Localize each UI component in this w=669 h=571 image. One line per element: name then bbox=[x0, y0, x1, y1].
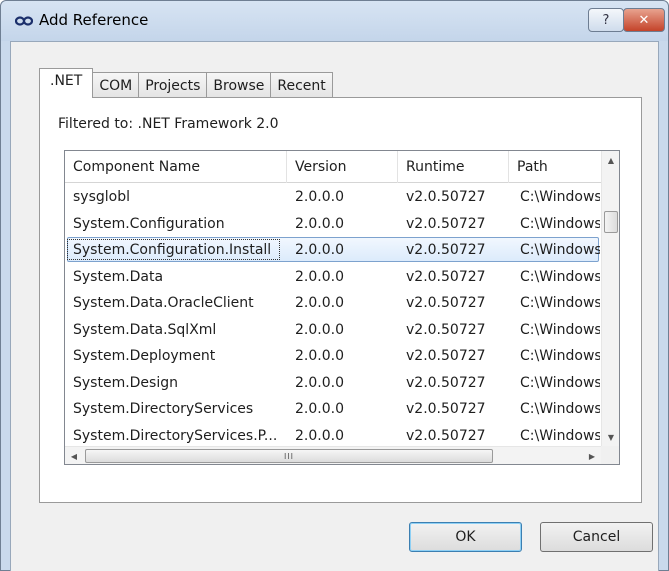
horizontal-scrollbar[interactable]: ◀ III ▶ bbox=[65, 446, 601, 464]
ok-button[interactable]: OK bbox=[409, 522, 522, 552]
component-version: 2.0.0.0 bbox=[295, 348, 344, 364]
table-row[interactable]: System.Data.SqlXml 2.0.0.0 v2.0.50727 C:… bbox=[65, 317, 601, 344]
tab-strip: .NET COM Projects Browse Recent bbox=[39, 68, 333, 98]
column-header-path[interactable]: Path bbox=[509, 151, 601, 183]
component-list[interactable]: Component Name Version Runtime Path sysg… bbox=[64, 150, 620, 465]
component-runtime: v2.0.50727 bbox=[406, 427, 486, 444]
component-runtime: v2.0.50727 bbox=[406, 321, 486, 338]
tab-projects[interactable]: Projects bbox=[138, 72, 208, 98]
component-path: C:\Windows\ bbox=[520, 268, 600, 285]
grip-icon: III bbox=[283, 451, 295, 461]
table-row[interactable]: System.Design 2.0.0.0 v2.0.50727 C:\Wind… bbox=[65, 370, 601, 397]
component-runtime: v2.0.50727 bbox=[406, 401, 486, 417]
cancel-button[interactable]: Cancel bbox=[540, 522, 653, 552]
component-path: C:\Windows\ bbox=[520, 242, 600, 258]
tab-com[interactable]: COM bbox=[92, 72, 140, 98]
component-version: 2.0.0.0 bbox=[295, 295, 344, 311]
scroll-down-arrow-icon[interactable]: ▼ bbox=[602, 428, 619, 446]
component-name: System.Data.OracleClient bbox=[73, 295, 254, 311]
reference-link-icon bbox=[15, 16, 33, 26]
component-version: 2.0.0.0 bbox=[295, 427, 344, 444]
scroll-right-arrow-icon[interactable]: ▶ bbox=[583, 447, 601, 464]
tab-recent[interactable]: Recent bbox=[270, 72, 333, 98]
component-path: C:\Windows\ bbox=[520, 374, 600, 391]
vertical-scroll-thumb[interactable] bbox=[604, 211, 618, 233]
table-row[interactable]: sysglobl 2.0.0.0 v2.0.50727 C:\Windows\ bbox=[65, 184, 601, 211]
table-row[interactable]: System.DirectoryServices 2.0.0.0 v2.0.50… bbox=[65, 396, 601, 423]
horizontal-scroll-thumb[interactable]: III bbox=[85, 449, 493, 463]
table-row[interactable]: System.Deployment 2.0.0.0 v2.0.50727 C:\… bbox=[65, 343, 601, 370]
column-header-runtime[interactable]: Runtime bbox=[398, 151, 509, 183]
component-path: C:\Windows\ bbox=[520, 295, 600, 311]
close-button[interactable]: ✕ bbox=[623, 8, 665, 32]
list-rows: sysglobl 2.0.0.0 v2.0.50727 C:\Windows\ … bbox=[65, 184, 601, 449]
component-name: System.DirectoryServices bbox=[73, 401, 254, 417]
component-name: System.Design bbox=[73, 374, 178, 391]
component-runtime: v2.0.50727 bbox=[406, 189, 486, 205]
table-row[interactable]: System.Configuration 2.0.0.0 v2.0.50727 … bbox=[65, 211, 601, 238]
component-runtime: v2.0.50727 bbox=[406, 268, 486, 285]
component-runtime: v2.0.50727 bbox=[406, 295, 486, 311]
scroll-up-arrow-icon[interactable]: ▲ bbox=[602, 151, 619, 169]
vertical-scrollbar[interactable]: ▲ ▼ bbox=[601, 151, 619, 446]
dotnet-tab-panel: Filtered to: .NET Framework 2.0 Componen… bbox=[39, 97, 642, 503]
table-row[interactable]: System.Data 2.0.0.0 v2.0.50727 C:\Window… bbox=[65, 264, 601, 291]
component-version: 2.0.0.0 bbox=[295, 374, 344, 391]
component-path: C:\Windows\ bbox=[520, 321, 600, 338]
component-name: System.Configuration.Install bbox=[73, 242, 272, 258]
component-version: 2.0.0.0 bbox=[295, 268, 344, 285]
table-row-selected[interactable]: System.Configuration.Install 2.0.0.0 v2.… bbox=[65, 237, 601, 264]
column-header-version[interactable]: Version bbox=[287, 151, 398, 183]
component-path: C:\Windows\ bbox=[520, 401, 600, 417]
title-bar[interactable]: Add Reference ? ✕ bbox=[1, 1, 668, 41]
component-runtime: v2.0.50727 bbox=[406, 374, 486, 391]
component-path: C:\Windows\ bbox=[520, 215, 600, 232]
component-name: System.Deployment bbox=[73, 348, 216, 364]
component-version: 2.0.0.0 bbox=[295, 242, 344, 258]
component-path: C:\Windows\ bbox=[520, 427, 600, 444]
help-button[interactable]: ? bbox=[588, 8, 624, 32]
help-icon: ? bbox=[602, 12, 610, 28]
component-name: System.DirectoryServices.P... bbox=[73, 427, 278, 444]
component-name: sysglobl bbox=[73, 189, 130, 205]
component-version: 2.0.0.0 bbox=[295, 189, 344, 205]
component-runtime: v2.0.50727 bbox=[406, 348, 486, 364]
table-row[interactable]: System.Data.OracleClient 2.0.0.0 v2.0.50… bbox=[65, 290, 601, 317]
window-title: Add Reference bbox=[39, 11, 149, 29]
tab-browse[interactable]: Browse bbox=[206, 72, 272, 98]
component-runtime: v2.0.50727 bbox=[406, 242, 486, 258]
add-reference-dialog: Add Reference ? ✕ .NET COM Projects Brow… bbox=[0, 0, 669, 571]
scroll-left-arrow-icon[interactable]: ◀ bbox=[65, 447, 83, 464]
filter-label: Filtered to: .NET Framework 2.0 bbox=[58, 116, 279, 132]
component-path: C:\Windows\ bbox=[520, 348, 600, 364]
dialog-client-area: .NET COM Projects Browse Recent Filtered… bbox=[10, 41, 659, 571]
column-header-component-name[interactable]: Component Name bbox=[65, 151, 287, 183]
component-path: C:\Windows\ bbox=[520, 189, 600, 205]
close-icon: ✕ bbox=[638, 12, 650, 28]
component-name: System.Data.SqlXml bbox=[73, 321, 217, 338]
component-version: 2.0.0.0 bbox=[295, 401, 344, 417]
scrollbar-corner bbox=[601, 446, 619, 464]
component-name: System.Data bbox=[73, 268, 164, 285]
list-header: Component Name Version Runtime Path bbox=[65, 151, 601, 183]
component-version: 2.0.0.0 bbox=[295, 215, 344, 232]
component-version: 2.0.0.0 bbox=[295, 321, 344, 338]
tab-dotnet[interactable]: .NET bbox=[39, 68, 94, 98]
component-name: System.Configuration bbox=[73, 215, 225, 232]
component-runtime: v2.0.50727 bbox=[406, 215, 486, 232]
